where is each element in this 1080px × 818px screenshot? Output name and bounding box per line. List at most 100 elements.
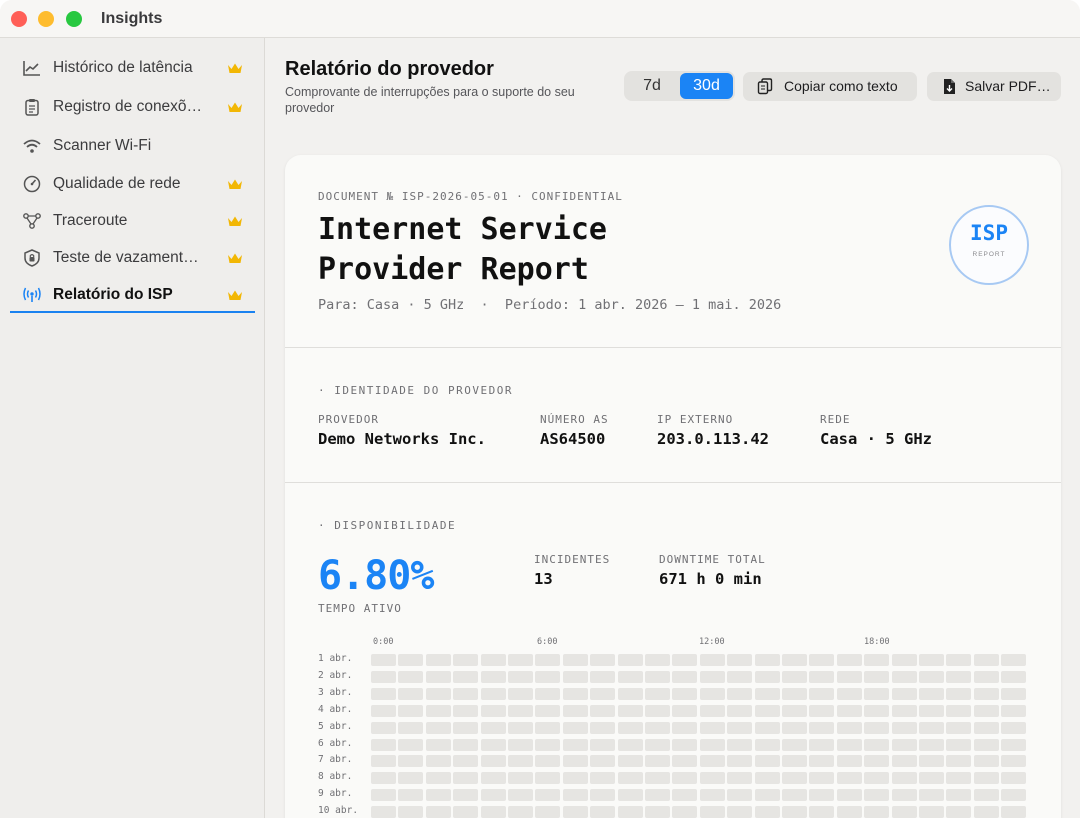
heatmap-cell xyxy=(727,704,753,717)
heatmap-cell xyxy=(727,738,753,751)
sidebar-item-label: Qualidade de rede xyxy=(53,175,181,192)
provider-label: PROVEDOR xyxy=(318,413,379,426)
heatmap-cell xyxy=(508,772,533,785)
heatmap-cell xyxy=(836,772,862,785)
heatmap-cell xyxy=(782,755,807,768)
title-bar: Insights xyxy=(0,0,1080,38)
heatmap-cell xyxy=(425,721,451,734)
heatmap-cell xyxy=(480,755,506,768)
sidebar-item-label: Registro de conexõ… xyxy=(53,98,203,115)
heatmap-cell xyxy=(562,738,588,751)
heatmap-cell xyxy=(480,738,506,751)
heatmap-cell xyxy=(754,721,780,734)
heatmap-cell xyxy=(508,687,533,700)
heatmap-cell xyxy=(425,687,451,700)
heatmap-cell xyxy=(973,806,999,818)
heatmap-cell xyxy=(535,755,561,768)
heatmap-cell xyxy=(590,755,616,768)
heatmap-cell xyxy=(617,738,643,751)
heatmap-cell xyxy=(453,755,479,768)
heatmap-cell xyxy=(973,772,999,785)
report-recipient-period: Para: Casa · 5 GHz · Período: 1 abr. 202… xyxy=(318,297,782,313)
heatmap-cell xyxy=(919,755,944,768)
heatmap-cell xyxy=(836,721,862,734)
report-document: DOCUMENT № ISP-2026-05-01 · CONFIDENTIAL… xyxy=(285,155,1061,818)
heatmap-cell xyxy=(754,654,780,666)
heatmap-cell xyxy=(864,755,890,768)
heatmap-cell xyxy=(754,687,780,700)
sidebar-item-label: Traceroute xyxy=(53,212,128,229)
range-segmented-control: 7d 30d xyxy=(624,71,735,101)
sidebar-item-connection-log[interactable]: Registro de conexõ… xyxy=(10,90,255,124)
network-label: REDE xyxy=(820,413,851,426)
heatmap-cell xyxy=(398,654,424,666)
heatmap-cell xyxy=(836,738,862,751)
heatmap-cell xyxy=(425,654,451,666)
heatmap-cell xyxy=(1001,772,1027,785)
range-7d-button[interactable]: 7d xyxy=(628,73,676,99)
heatmap-cell xyxy=(562,789,588,802)
heatmap-cell xyxy=(973,738,999,751)
app-window: Insights Histórico de latência Registro … xyxy=(0,0,1080,818)
pdf-document-icon xyxy=(944,79,955,94)
sidebar-item-isp-report[interactable]: Relatório do ISP xyxy=(10,278,255,312)
heatmap-cell xyxy=(782,806,807,818)
heatmap-cell xyxy=(425,670,451,683)
minimize-window-button[interactable] xyxy=(38,11,54,27)
crown-icon xyxy=(227,288,243,300)
sidebar-item-traceroute[interactable]: Traceroute xyxy=(10,204,255,238)
heatmap-cell xyxy=(946,687,972,700)
heatmap-cell xyxy=(891,806,917,818)
heatmap-cell xyxy=(398,738,424,751)
heatmap-cell xyxy=(480,670,506,683)
sidebar-item-wifi-scanner[interactable]: Scanner Wi-Fi xyxy=(10,129,255,163)
heatmap-cell xyxy=(782,687,807,700)
heatmap-cell xyxy=(535,670,561,683)
heatmap-cell xyxy=(480,704,506,717)
copy-as-text-button[interactable]: Copiar como texto xyxy=(743,72,917,101)
close-window-button[interactable] xyxy=(11,11,27,27)
heatmap-cell xyxy=(946,806,972,818)
isp-report-seal: ISP REPORT xyxy=(949,205,1029,285)
heatmap-day-label: 2 abr. xyxy=(318,669,353,681)
sidebar-item-leak-test[interactable]: Teste de vazament… xyxy=(10,241,255,275)
heatmap-cell xyxy=(371,670,396,683)
range-30d-button[interactable]: 30d xyxy=(680,73,733,99)
heatmap-cell xyxy=(864,704,890,717)
heatmap-cell xyxy=(480,772,506,785)
heatmap-cell xyxy=(919,789,944,802)
heatmap-cell xyxy=(590,704,616,717)
antenna-icon xyxy=(22,286,42,304)
heatmap-cell xyxy=(398,704,424,717)
network-value: Casa · 5 GHz xyxy=(820,430,932,448)
divider xyxy=(285,347,1061,348)
availability-section-label: · DISPONIBILIDADE xyxy=(318,519,457,532)
zoom-window-button[interactable] xyxy=(66,11,82,27)
sidebar-item-latency-history[interactable]: Histórico de latência xyxy=(10,51,255,85)
heatmap-cell xyxy=(809,772,835,785)
as-number-value: AS64500 xyxy=(540,430,606,448)
heatmap-cell xyxy=(617,806,643,818)
heatmap-cell xyxy=(1001,704,1027,717)
heatmap-cell xyxy=(617,687,643,700)
heatmap-cell xyxy=(864,806,890,818)
shield-icon xyxy=(22,249,42,267)
heatmap-cell xyxy=(864,789,890,802)
heatmap-cell xyxy=(727,687,753,700)
heatmap-cell xyxy=(809,738,835,751)
identity-section-label: · IDENTIDADE DO PROVEDOR xyxy=(318,384,513,397)
external-ip-value: 203.0.113.42 xyxy=(657,430,769,448)
heatmap-cell xyxy=(645,806,670,818)
heatmap-cell xyxy=(891,789,917,802)
heatmap-cell xyxy=(371,755,396,768)
sidebar-item-network-quality[interactable]: Qualidade de rede xyxy=(10,167,255,201)
heatmap-cell xyxy=(1001,721,1027,734)
heatmap-cell xyxy=(809,755,835,768)
heatmap-cell xyxy=(809,789,835,802)
heatmap-cell xyxy=(864,738,890,751)
heatmap-cell xyxy=(590,789,616,802)
save-pdf-button[interactable]: Salvar PDF… xyxy=(927,72,1061,101)
heatmap-cell xyxy=(398,721,424,734)
heatmap-day-label: 1 abr. xyxy=(318,653,353,664)
heatmap-cell xyxy=(919,721,944,734)
